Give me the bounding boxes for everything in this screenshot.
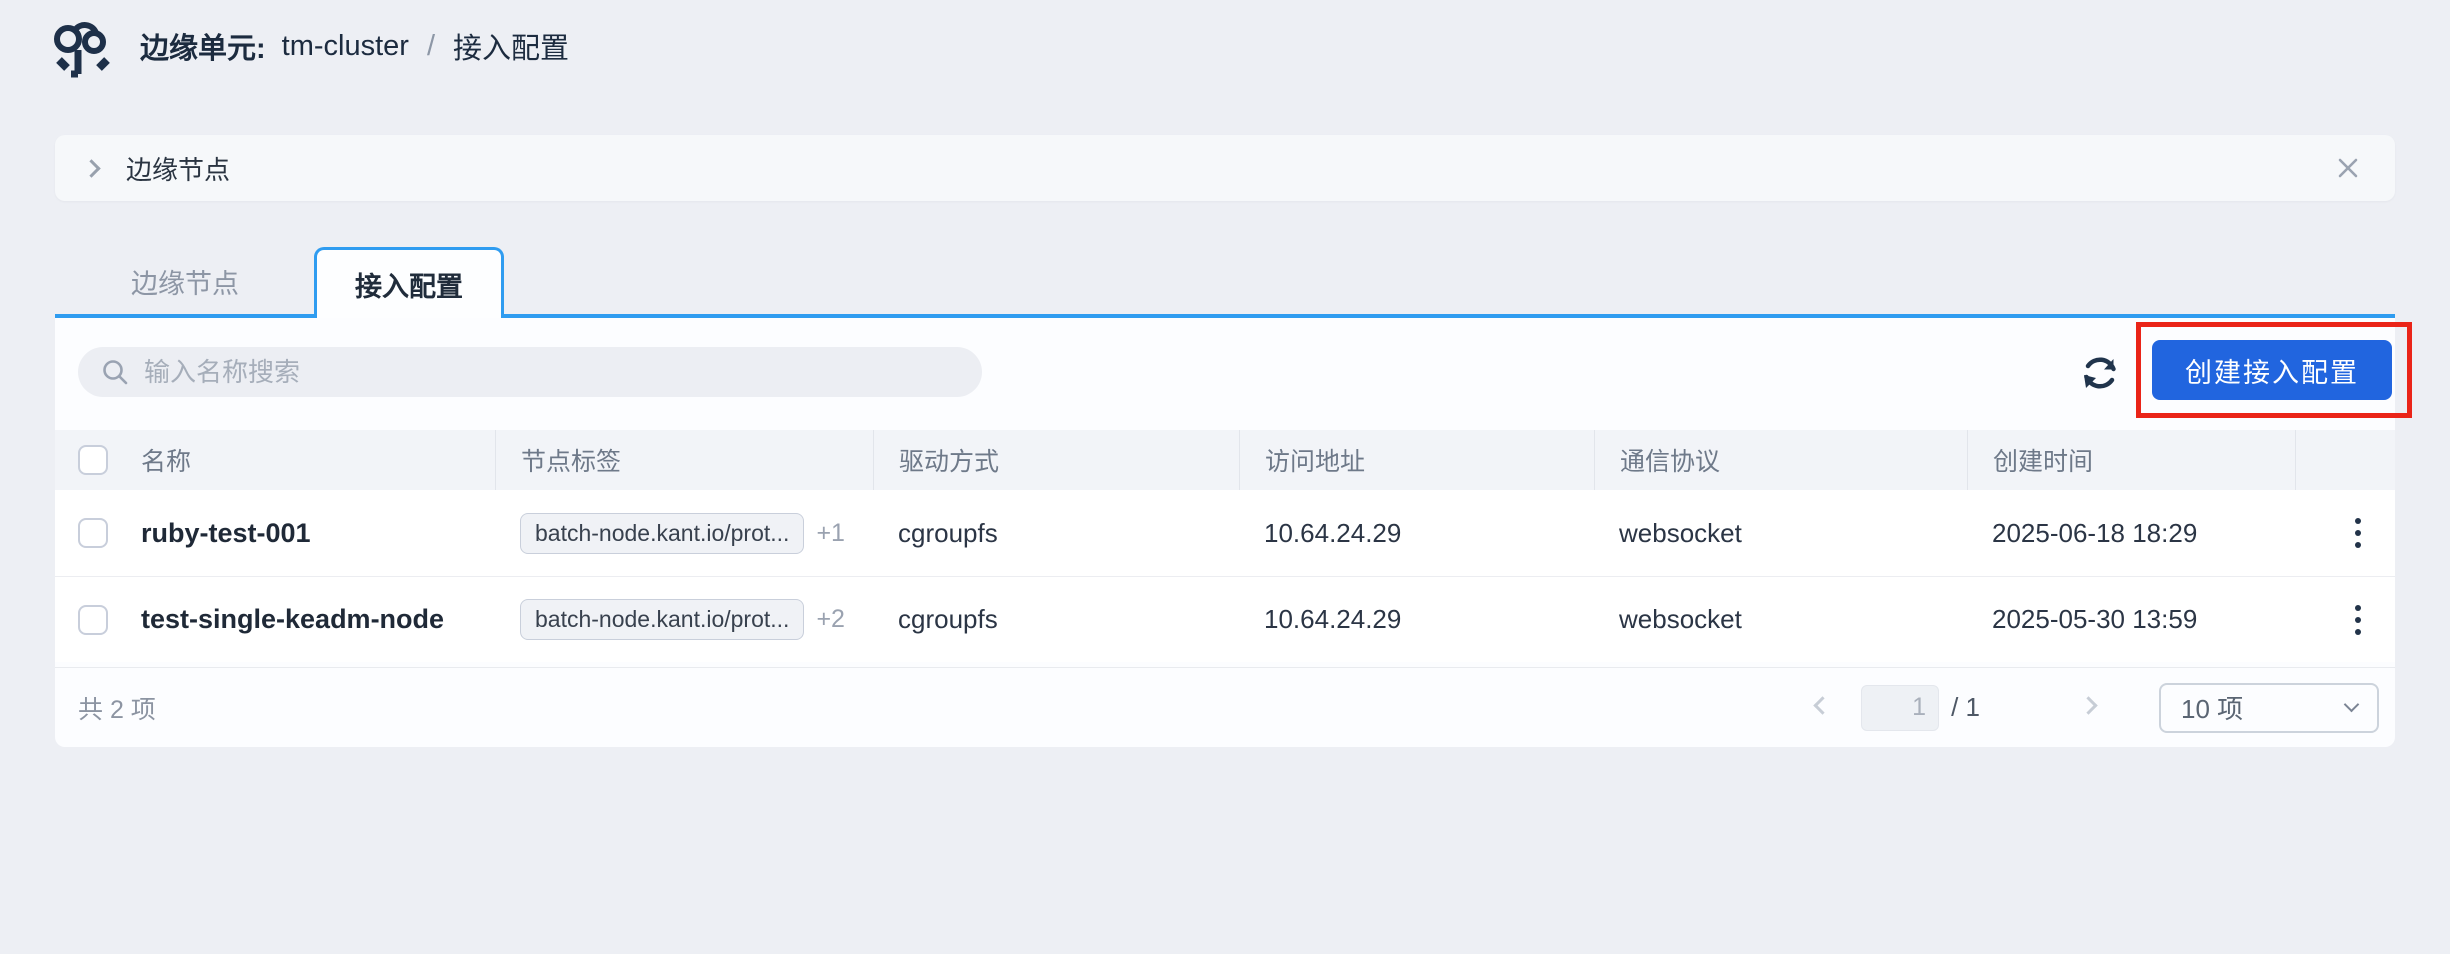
total-count-label: 共 2 项 — [78, 690, 156, 726]
close-icon[interactable] — [2331, 151, 2365, 185]
cell-actions — [2295, 490, 2395, 576]
cell-name: test-single-keadm-node — [55, 577, 495, 662]
row-name-link[interactable]: ruby-test-001 — [141, 518, 311, 549]
pagination: / 1 10 项 — [1810, 683, 2379, 733]
row-checkbox[interactable] — [78, 518, 108, 548]
page-size-value: 10 项 — [2181, 689, 2243, 726]
access-config-panel: 名称 节点标签 驱动方式 访问地址 通信协议 创建时间 ruby-test-00… — [55, 318, 2395, 747]
address-value: 10.64.24.29 — [1264, 518, 1401, 549]
table-row: ruby-test-001 batch-node.kant.io/prot...… — [55, 490, 2395, 576]
search-bar[interactable] — [78, 347, 982, 397]
breadcrumb-cluster-name: tm-cluster — [282, 30, 409, 63]
create-access-config-button[interactable]: 创建接入配置 — [2152, 340, 2392, 400]
cell-created: 2025-06-18 18:29 — [1967, 490, 2295, 576]
cell-node-label: batch-node.kant.io/prot... +2 — [495, 577, 873, 662]
table-header-actions — [2295, 430, 2395, 490]
col-protocol-label: 通信协议 — [1620, 442, 1720, 478]
table-body: ruby-test-001 batch-node.kant.io/prot...… — [55, 490, 2395, 662]
cell-created: 2025-05-30 13:59 — [1967, 577, 2295, 662]
prev-page-icon[interactable] — [1810, 693, 1835, 723]
tab-access-config-label: 接入配置 — [355, 265, 463, 304]
table-header-node-label: 节点标签 — [495, 430, 873, 490]
row-checkbox[interactable] — [78, 605, 108, 635]
cell-actions — [2295, 577, 2395, 662]
refresh-button[interactable] — [2076, 349, 2124, 397]
col-driver-label: 驱动方式 — [899, 442, 999, 478]
table-footer: 共 2 项 / 1 10 项 — [55, 667, 2395, 747]
col-address-label: 访问地址 — [1265, 442, 1365, 478]
breadcrumb-current: 接入配置 — [453, 25, 569, 67]
page-total-label: / 1 — [1951, 692, 1980, 723]
driver-value: cgroupfs — [898, 604, 998, 635]
collapse-panel-title: 边缘节点 — [126, 150, 230, 187]
search-icon — [100, 357, 130, 387]
protocol-value: websocket — [1619, 518, 1742, 549]
refresh-icon — [2076, 349, 2124, 397]
table-row: test-single-keadm-node batch-node.kant.i… — [55, 576, 2395, 662]
address-value: 10.64.24.29 — [1264, 604, 1401, 635]
table-header-created: 创建时间 — [1967, 430, 2295, 490]
kebab-menu-icon[interactable] — [2347, 510, 2369, 556]
kebab-menu-icon[interactable] — [2347, 597, 2369, 643]
table-header-name: 名称 — [55, 430, 495, 490]
cell-protocol: websocket — [1594, 577, 1967, 662]
edge-cloud-logo-icon — [46, 10, 120, 82]
cell-address: 10.64.24.29 — [1239, 490, 1594, 576]
tab-access-config[interactable]: 接入配置 — [314, 247, 504, 318]
cell-address: 10.64.24.29 — [1239, 577, 1594, 662]
col-created-label: 创建时间 — [1993, 442, 2093, 478]
table-header-driver: 驱动方式 — [873, 430, 1239, 490]
cell-name: ruby-test-001 — [55, 490, 495, 576]
cell-protocol: websocket — [1594, 490, 1967, 576]
breadcrumb-separator: / — [427, 30, 435, 63]
page-number-input[interactable] — [1861, 685, 1939, 731]
node-label-chip[interactable]: batch-node.kant.io/prot... — [520, 513, 804, 554]
page-size-select[interactable]: 10 项 — [2159, 683, 2379, 733]
created-value: 2025-06-18 18:29 — [1992, 518, 2197, 549]
node-label-more[interactable]: +1 — [816, 519, 845, 548]
search-input[interactable] — [144, 357, 972, 388]
edge-node-collapse-panel[interactable]: 边缘节点 — [55, 135, 2395, 201]
cell-driver: cgroupfs — [873, 577, 1239, 662]
table-header-protocol: 通信协议 — [1594, 430, 1967, 490]
tab-bar: 边缘节点 接入配置 — [55, 244, 2395, 318]
col-name-label: 名称 — [141, 442, 191, 478]
tab-edge-nodes-label: 边缘节点 — [131, 262, 239, 301]
protocol-value: websocket — [1619, 604, 1742, 635]
breadcrumb: 边缘单元: tm-cluster / 接入配置 — [140, 25, 569, 67]
next-page-icon[interactable] — [2076, 693, 2101, 723]
chevron-down-icon — [2344, 697, 2360, 713]
select-all-checkbox[interactable] — [78, 445, 108, 475]
created-value: 2025-05-30 13:59 — [1992, 604, 2197, 635]
breadcrumb-prefix: 边缘单元: — [140, 25, 266, 67]
cell-node-label: batch-node.kant.io/prot... +1 — [495, 490, 873, 576]
table-header-address: 访问地址 — [1239, 430, 1594, 490]
cell-driver: cgroupfs — [873, 490, 1239, 576]
driver-value: cgroupfs — [898, 518, 998, 549]
table-header: 名称 节点标签 驱动方式 访问地址 通信协议 创建时间 — [55, 430, 2395, 490]
app-header: 边缘单元: tm-cluster / 接入配置 — [0, 0, 2450, 92]
row-name-link[interactable]: test-single-keadm-node — [141, 604, 444, 635]
node-label-more[interactable]: +2 — [816, 605, 845, 634]
col-node-label: 节点标签 — [521, 442, 621, 478]
tab-edge-nodes[interactable]: 边缘节点 — [55, 244, 315, 318]
chevron-right-icon[interactable] — [82, 159, 100, 177]
node-label-chip[interactable]: batch-node.kant.io/prot... — [520, 599, 804, 640]
